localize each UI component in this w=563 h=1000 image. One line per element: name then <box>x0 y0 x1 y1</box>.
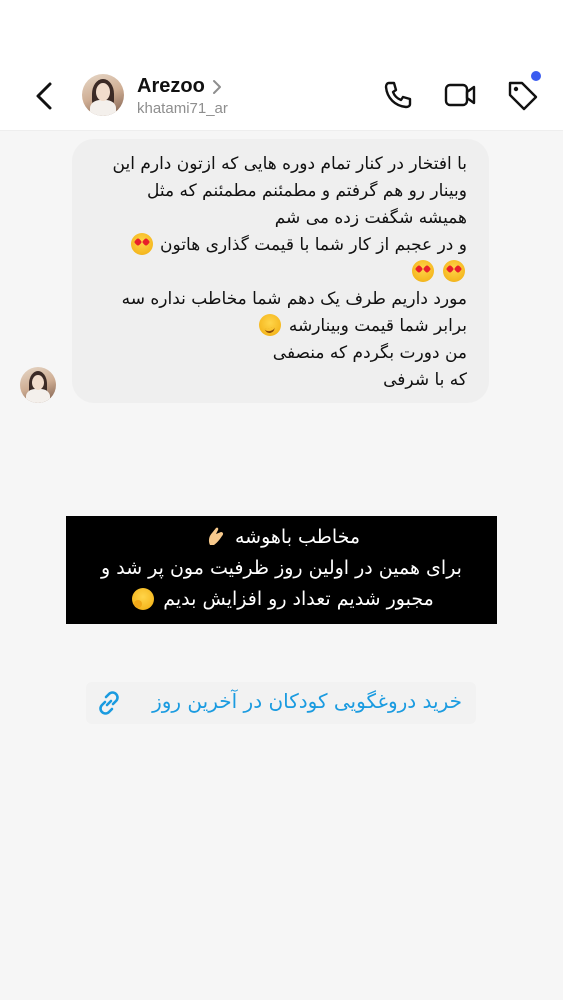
message-line: وبینار رو هم گرفتم و مطمئنم مطمئنم که مث… <box>147 181 467 201</box>
message-line: من دورت بگردم که منصفی <box>272 343 467 363</box>
message-line: که با شرفی <box>383 370 467 390</box>
call-button[interactable] <box>380 77 416 113</box>
link-sticker-text[interactable]: خرید دروغگویی کودکان در آخرین روز <box>128 689 462 713</box>
heart-eyes-emoji-icon <box>411 260 434 282</box>
message-bubble[interactable]: با افتخار در کنار تمام دوره هایی که ازتو… <box>72 139 489 403</box>
back-button[interactable] <box>28 78 64 114</box>
chat-header: Arezoo khatami71_ar <box>0 60 563 131</box>
sender-avatar[interactable] <box>20 367 56 403</box>
message-text: با افتخار در کنار تمام دوره هایی که ازتو… <box>67 151 467 394</box>
caption-line: مجبور شدیم تعداد رو افزایش بدیم <box>163 588 434 610</box>
tag-icon <box>508 81 538 111</box>
tag-button[interactable] <box>505 77 541 113</box>
contact-username: khatami71_ar <box>137 100 228 117</box>
message-line: مورد داریم طرف یک دهم شما مخاطب نداره سه <box>121 289 467 309</box>
caption-line: مخاطب باهوشه <box>234 526 361 548</box>
notification-dot <box>531 71 541 81</box>
pinched-fingers-hand-icon <box>208 527 224 545</box>
avatar[interactable] <box>82 74 124 116</box>
message-line: و در عجبم از کار شما با قیمت گذاری هاتون <box>160 235 467 255</box>
message-line: همیشه شگفت زده می شم <box>274 208 467 228</box>
caption-text: مخاطب باهوشه برای همین در اولین روز ظرفی… <box>66 522 497 615</box>
heart-eyes-emoji-icon <box>130 233 153 255</box>
link-icon <box>99 691 119 715</box>
status-bar-area <box>0 0 563 60</box>
story-caption: مخاطب باهوشه برای همین در اولین روز ظرفی… <box>66 516 497 624</box>
heart-eyes-emoji-icon <box>443 260 465 282</box>
phone-icon <box>384 81 412 109</box>
video-call-button[interactable] <box>442 77 478 113</box>
chevron-right-icon[interactable] <box>210 78 224 96</box>
message-line: با افتخار در کنار تمام دوره هایی که ازتو… <box>112 154 467 174</box>
chevron-left-icon <box>36 82 52 110</box>
smirking-face-emoji-icon <box>259 314 282 336</box>
video-camera-icon <box>444 83 476 107</box>
caption-line: برای همین در اولین روز ظرفیت مون پر شد و <box>101 557 462 579</box>
message-line: برابر شما قیمت وبینارشه <box>288 316 467 336</box>
link-sticker[interactable]: خرید دروغگویی کودکان در آخرین روز <box>86 682 476 724</box>
contact-name[interactable]: Arezoo <box>137 75 205 98</box>
hugging-face-emoji-icon <box>132 588 155 610</box>
